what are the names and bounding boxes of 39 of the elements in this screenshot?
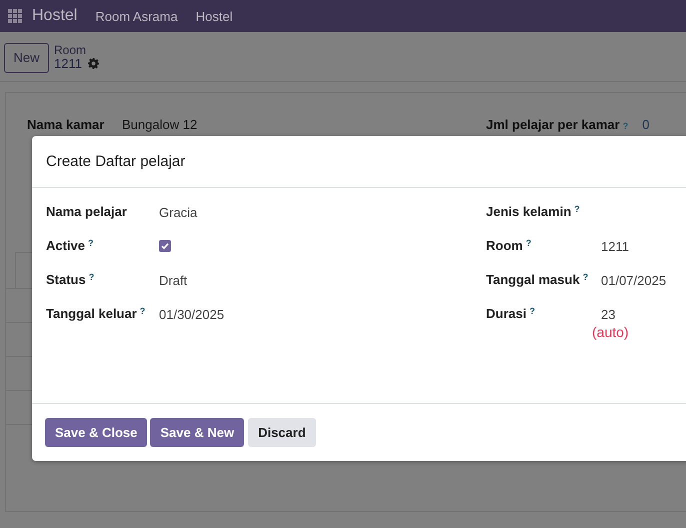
menu-item[interactable]: Room Asrama xyxy=(95,8,178,24)
help-mark[interactable]: ? xyxy=(88,238,94,248)
record-name: 1211 xyxy=(54,56,82,70)
gear-icon[interactable] xyxy=(88,58,99,69)
field-label: Jml pelajar per kamar xyxy=(486,117,620,132)
field-label: Room xyxy=(486,238,523,254)
field-value[interactable]: Gracia xyxy=(159,204,198,222)
field-value: 0 xyxy=(642,117,650,132)
dialog-title: Create Daftar pelajar xyxy=(46,153,186,170)
save-button[interactable]: Save & Close xyxy=(45,418,148,447)
checkbox[interactable] xyxy=(159,240,171,252)
field-label: Durasi xyxy=(486,306,526,322)
discard-button[interactable]: Discard xyxy=(248,418,316,447)
field-label: Nama kamar xyxy=(27,117,106,132)
auto-note: (auto) xyxy=(592,324,629,340)
field-label: Tanggal masuk xyxy=(486,272,580,288)
field-label: Nama pelajar xyxy=(46,204,127,220)
field-value: Bungalow 12 xyxy=(122,117,198,132)
field-label: Status xyxy=(46,272,86,288)
help-mark[interactable]: ? xyxy=(88,272,94,282)
help-mark[interactable]: ? xyxy=(574,204,580,214)
apps-grid-icon[interactable] xyxy=(8,9,22,23)
field-label: Active xyxy=(46,238,86,254)
field-value[interactable]: 01/30/2025 xyxy=(159,306,224,324)
field-label: Jenis kelamin xyxy=(486,204,572,220)
help-mark[interactable]: ? xyxy=(582,272,588,282)
app-name[interactable]: Hostel xyxy=(32,7,78,25)
help-mark[interactable]: ? xyxy=(529,306,535,316)
help-mark[interactable]: ? xyxy=(526,238,532,248)
breadcrumb-link[interactable]: Room xyxy=(54,42,99,56)
save-button[interactable]: Save & New xyxy=(150,418,244,447)
field-label: Tanggal keluar xyxy=(46,306,137,322)
field-value[interactable]: 23 xyxy=(601,306,616,324)
help-mark[interactable]: ? xyxy=(140,306,146,316)
field-value[interactable]: 01/07/2025 xyxy=(601,272,666,290)
field-value[interactable]: 1211 xyxy=(601,238,629,256)
new-button[interactable]: New xyxy=(4,42,49,72)
field-value[interactable]: Draft xyxy=(159,272,188,290)
menu-item[interactable]: Hostel xyxy=(196,8,233,24)
